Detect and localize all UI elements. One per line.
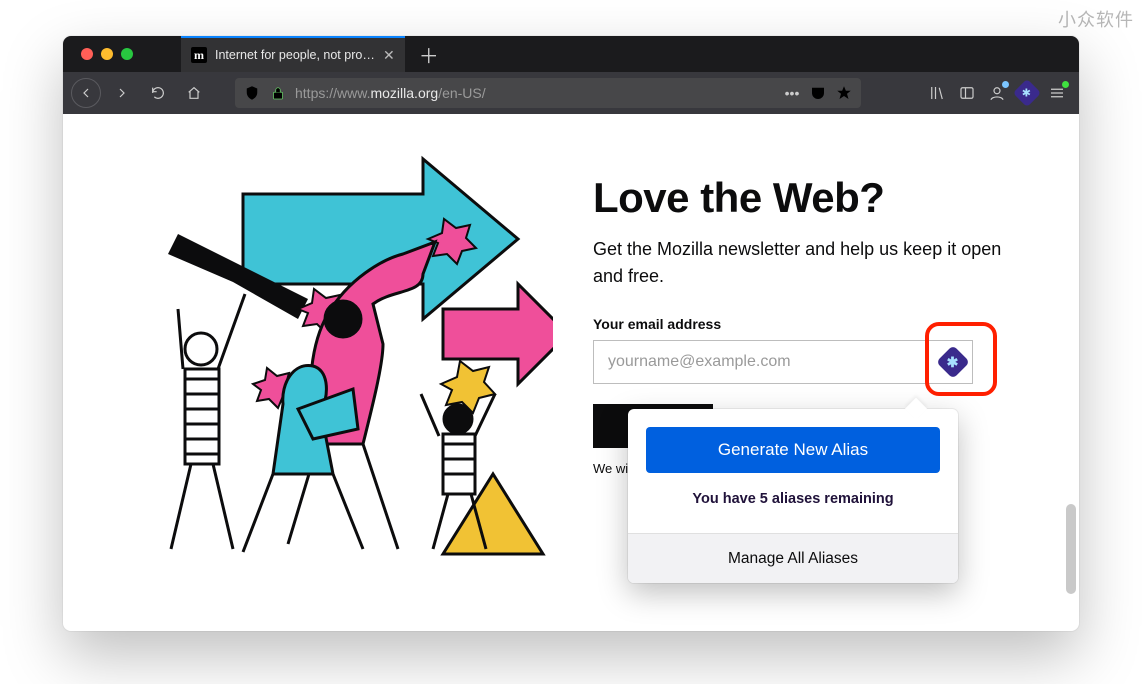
hero-illustration	[123, 144, 553, 591]
minimize-window-button[interactable]	[101, 48, 113, 60]
pocket-icon[interactable]	[809, 84, 827, 102]
email-input-wrapper: ✱	[593, 340, 973, 384]
menu-notification-dot	[1062, 81, 1069, 88]
back-button[interactable]	[71, 78, 101, 108]
page-actions-icon[interactable]: •••	[783, 85, 801, 101]
email-input[interactable]	[593, 340, 973, 384]
forward-button[interactable]	[107, 78, 137, 108]
home-button[interactable]	[179, 78, 209, 108]
email-label: Your email address	[593, 316, 1039, 332]
new-tab-button[interactable]: ＋	[405, 36, 453, 72]
account-notification-dot	[1002, 81, 1009, 88]
relay-popup: Generate New Alias You have 5 aliases re…	[628, 409, 958, 583]
tab-bar: m Internet for people, not profit — … ✕ …	[63, 36, 1079, 72]
close-tab-button[interactable]: ✕	[383, 47, 395, 64]
hamburger-menu-icon[interactable]	[1047, 83, 1067, 103]
sidebar-icon[interactable]	[957, 83, 977, 103]
scrollbar-thumb[interactable]	[1066, 504, 1076, 594]
aliases-remaining-text: You have 5 aliases remaining	[646, 473, 940, 523]
bookmark-star-icon[interactable]	[835, 84, 853, 102]
generate-alias-button[interactable]: Generate New Alias	[646, 427, 940, 473]
page-subhead: Get the Mozilla newsletter and help us k…	[593, 236, 1013, 290]
lock-icon[interactable]	[269, 84, 287, 102]
relay-extension-icon[interactable]: ✱	[1017, 83, 1037, 103]
library-icon[interactable]	[927, 83, 947, 103]
tab-favicon: m	[191, 47, 207, 63]
shield-icon[interactable]	[243, 84, 261, 102]
account-icon[interactable]	[987, 83, 1007, 103]
reload-button[interactable]	[143, 78, 173, 108]
nav-bar: https://www.mozilla.org/en-US/ ••• ✱	[63, 72, 1079, 114]
page-content: Love the Web? Get the Mozilla newsletter…	[63, 114, 1079, 631]
url-text: https://www.mozilla.org/en-US/	[295, 85, 775, 101]
tab-title: Internet for people, not profit — …	[215, 48, 375, 62]
manage-aliases-button[interactable]: Manage All Aliases	[628, 533, 958, 583]
window-controls	[71, 36, 143, 72]
watermark-text: 小众软件	[1058, 6, 1134, 32]
toolbar-right: ✱	[927, 83, 1071, 103]
browser-window: m Internet for people, not profit — … ✕ …	[63, 36, 1079, 631]
url-bar[interactable]: https://www.mozilla.org/en-US/ •••	[235, 78, 861, 108]
page-headline: Love the Web?	[593, 174, 1039, 222]
maximize-window-button[interactable]	[121, 48, 133, 60]
browser-tab[interactable]: m Internet for people, not profit — … ✕	[181, 36, 405, 72]
close-window-button[interactable]	[81, 48, 93, 60]
